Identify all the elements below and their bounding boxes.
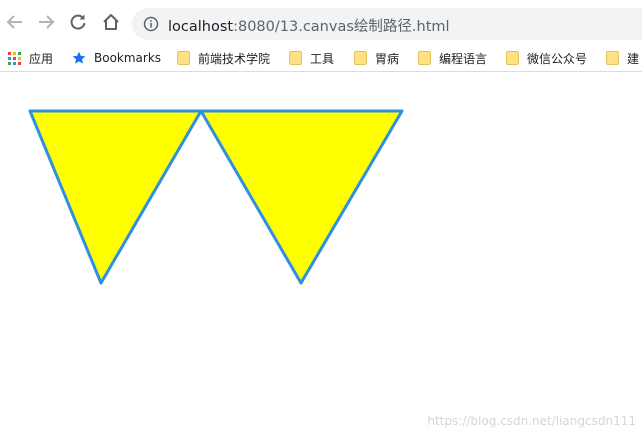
home-button[interactable] bbox=[96, 7, 126, 37]
bookmark-folder-partial[interactable]: 建 bbox=[606, 48, 639, 68]
address-bar[interactable]: localhost:8080/13.canvas绘制路径.html bbox=[132, 8, 642, 40]
forward-button[interactable] bbox=[31, 7, 61, 37]
bookmark-folder-wechat-accounts[interactable]: 微信公众号 bbox=[506, 48, 587, 68]
home-icon bbox=[103, 14, 119, 30]
bookmark-folder-programming-languages[interactable]: 编程语言 bbox=[418, 48, 487, 68]
info-icon[interactable] bbox=[143, 16, 159, 32]
bookmark-item-bookmarks[interactable]: Bookmarks bbox=[72, 48, 161, 68]
back-button[interactable] bbox=[0, 7, 30, 37]
url-host: localhost bbox=[168, 19, 234, 35]
url-text[interactable]: localhost:8080/13.canvas绘制路径.html bbox=[168, 15, 450, 36]
bookmark-folder-tools[interactable]: 工具 bbox=[289, 48, 334, 68]
page-content: https://blog.csdn.net/liangcsdn111 bbox=[0, 72, 642, 440]
bookmark-label: 微信公众号 bbox=[527, 51, 588, 66]
bookmarks-bar: 应用 Bookmarks 前端技术学院 工具 胃病 编程语言 微信公众号 建 bbox=[0, 44, 642, 72]
bookmark-folder-frontend-academy[interactable]: 前端技术学院 bbox=[177, 48, 270, 68]
arrow-left-icon bbox=[6, 15, 22, 29]
canvas-drawing bbox=[28, 109, 404, 285]
folder-icon bbox=[177, 51, 190, 65]
folder-icon bbox=[506, 51, 519, 65]
browser-toolbar: localhost:8080/13.canvas绘制路径.html bbox=[0, 0, 642, 44]
reload-icon bbox=[70, 14, 86, 30]
bookmark-label: 建 bbox=[627, 51, 640, 66]
bookmark-label: 胃病 bbox=[375, 51, 400, 66]
bookmark-folder-stomach[interactable]: 胃病 bbox=[354, 48, 399, 68]
folder-icon bbox=[606, 51, 619, 65]
arrow-right-icon bbox=[39, 15, 55, 29]
bookmark-label: Bookmarks bbox=[94, 51, 162, 65]
apps-shortcut[interactable]: 应用 bbox=[8, 48, 53, 68]
bookmark-label: 编程语言 bbox=[439, 51, 488, 66]
apps-grid-icon bbox=[8, 51, 21, 65]
apps-label: 应用 bbox=[29, 51, 54, 66]
left-triangle bbox=[28, 109, 203, 285]
bookmark-label: 前端技术学院 bbox=[198, 51, 271, 66]
folder-icon bbox=[289, 51, 302, 65]
right-triangle bbox=[199, 109, 404, 285]
bookmark-label: 工具 bbox=[310, 51, 335, 66]
reload-button[interactable] bbox=[63, 7, 93, 37]
star-icon bbox=[72, 51, 86, 64]
folder-icon bbox=[354, 51, 367, 65]
url-path: :8080/13.canvas绘制路径.html bbox=[233, 19, 450, 35]
folder-icon bbox=[418, 51, 431, 65]
watermark-text: https://blog.csdn.net/liangcsdn111 bbox=[427, 414, 636, 428]
